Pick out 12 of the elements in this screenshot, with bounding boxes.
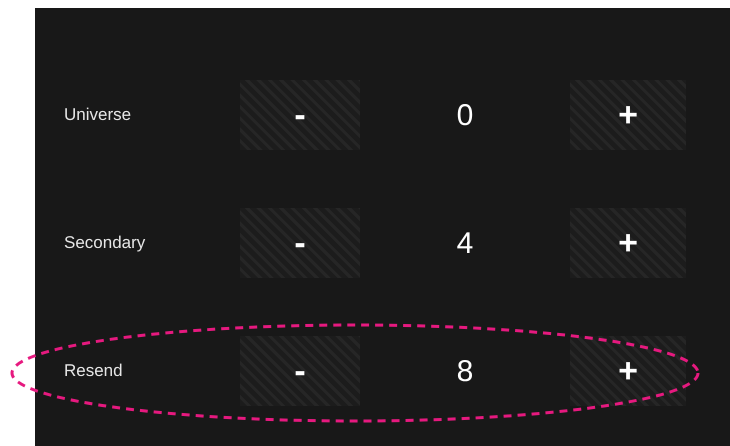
increment-button[interactable]: + xyxy=(570,336,686,406)
setting-label: Secondary xyxy=(63,232,146,254)
decrement-button[interactable]: - xyxy=(240,336,360,406)
setting-label: Universe xyxy=(63,104,132,126)
increment-button[interactable]: + xyxy=(570,208,686,278)
value-display: 4 xyxy=(456,226,474,262)
decrement-button[interactable]: - xyxy=(240,80,360,150)
value-display: 0 xyxy=(456,98,474,134)
setting-label: Resend xyxy=(63,360,124,382)
increment-button[interactable]: + xyxy=(570,80,686,150)
decrement-button[interactable]: - xyxy=(240,208,360,278)
value-display: 8 xyxy=(456,354,474,390)
